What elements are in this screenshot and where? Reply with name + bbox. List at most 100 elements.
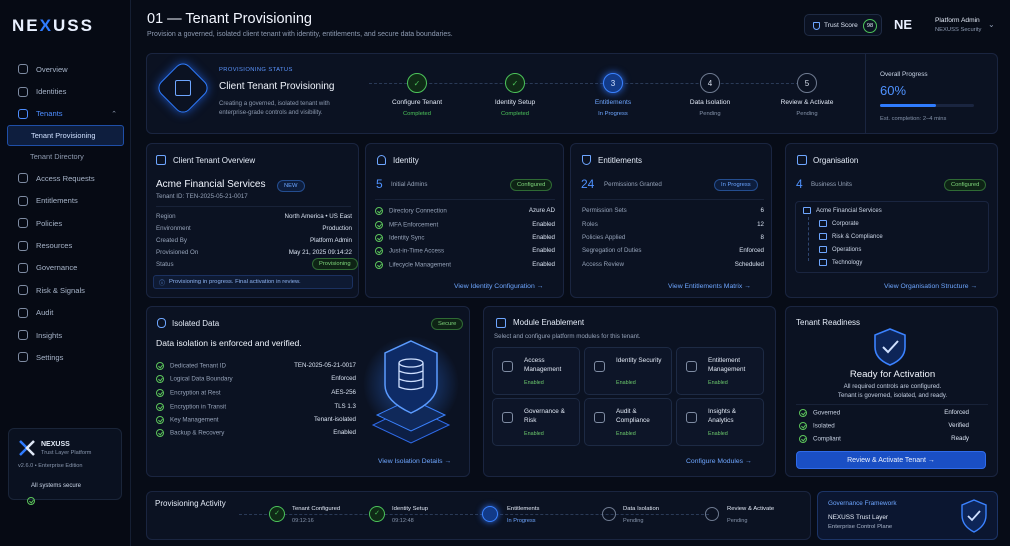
view-entitlements-matrix-link[interactable]: View Entitlements Matrix → [668,283,751,290]
module-entitlement-management[interactable]: Entitlement Management Enabled [676,347,764,395]
new-badge: NEW [277,180,305,192]
module-governance-risk[interactable]: Governance & Risk Enabled [492,398,580,446]
configure-modules-link[interactable]: Configure Modules → [686,458,752,465]
user-org: NEXUSS Security [935,27,982,33]
module-audit-compliance[interactable]: Audit & Compliance Enabled [584,398,672,446]
check-icon [375,247,383,255]
row-value: Enabled [532,261,555,268]
overall-progress-label: Overall Progress [880,71,928,78]
analytics-icon [686,412,697,423]
divider [796,404,988,405]
sidebar-subitem-tenant-directory[interactable]: Tenant Directory [0,146,131,167]
unit-icon [819,246,827,253]
platform-name: NEXUSS [41,441,70,448]
provisioning-activity-card: Provisioning Activity ✓ Tenant Configure… [146,491,811,540]
row-value: Enabled [532,234,555,241]
sidebar-item-label: Identities [36,87,67,97]
user-avatar[interactable]: NE [894,17,912,32]
platform-subtitle: Trust Layer Platform [41,450,92,456]
step-data-isolation[interactable]: 4 Data Isolation Pending [668,73,752,117]
provisioning-status-card: PROVISIONING STATUS Client Tenant Provis… [146,53,998,134]
step-status: Completed [500,111,530,117]
unit-icon [819,220,827,227]
database-icon [157,318,166,328]
in-progress-badge: In Progress [714,179,758,191]
row-label: Segregation of Duties [582,247,642,254]
sidebar-subitem-label: Tenant Provisioning [31,131,96,141]
module-identity-security[interactable]: Identity Security Enabled [584,347,672,395]
step-configure-tenant[interactable]: ✓ Configure Tenant Completed [375,73,459,117]
sidebar-item-policies[interactable]: Policies [0,212,131,234]
risk-signals-icon [18,285,28,296]
framework-line1: NEXUSS Trust Layer [828,514,889,521]
provisioning-notice: ⓘ Provisioning in progress. Final activa… [153,275,353,289]
module-name: Identity Security [616,357,662,364]
step-entitlements[interactable]: 3 Entitlements In Progress [571,73,655,117]
trust-score-badge[interactable]: Trust Score 98 [804,14,882,36]
step-title: Configure Tenant [391,99,443,106]
view-identity-configuration-link[interactable]: View Identity Configuration → [454,283,543,290]
module-access-management[interactable]: Access Management Enabled [492,347,580,395]
identity-card: Identity 5 Initial Admins Configured Dir… [365,143,564,298]
row-label: Isolated [813,422,835,430]
sidebar-item-governance[interactable]: Governance [0,257,131,279]
sidebar-subitem-tenant-provisioning[interactable]: Tenant Provisioning [7,125,124,147]
divider [580,199,764,200]
step-identity-setup[interactable]: ✓ Identity Setup Completed [473,73,557,117]
card-title: Organisation [813,156,859,165]
building-icon [803,207,811,214]
org-unit[interactable]: Operations [819,246,861,253]
sidebar-item-label: Access Requests [36,173,95,183]
review-activate-tenant-button[interactable]: Review & Activate Tenant → [796,451,986,469]
sidebar-nav: Overview Identities Tenants ⌃ Tenant Prov… [0,58,131,369]
check-icon [156,389,164,397]
sidebar-item-tenants[interactable]: Tenants ⌃ [0,103,131,125]
sidebar-item-overview[interactable]: Overview [0,58,131,80]
sidebar-item-access-requests[interactable]: Access Requests [0,167,131,189]
row-label: Policies Applied [582,234,626,241]
sidebar-item-label: Insights [36,330,63,340]
sidebar-item-identities[interactable]: Identities [0,80,131,102]
check-icon [375,261,383,269]
module-insights-analytics[interactable]: Insights & Analytics Enabled [676,398,764,446]
row-label: Directory Connection [389,207,447,215]
shield-check-icon [961,499,987,533]
org-unit[interactable]: Technology [819,259,862,266]
sidebar-item-label: Entitlements [36,196,78,206]
check-icon [799,435,807,443]
module-name: Entitlement Management [708,357,746,373]
activity-title: Identity Setup [392,506,429,512]
chevron-down-icon[interactable]: ⌄ [988,20,995,29]
step-review-activate[interactable]: 5 Review & Activate Pending [765,73,849,117]
shield-icon [813,22,820,30]
view-isolation-details-link[interactable]: View Isolation Details → [378,458,451,465]
system-status: All systems secure [31,483,82,489]
sidebar-item-entitlements[interactable]: Entitlements [0,190,131,212]
activity-title: Entitlements [507,506,540,512]
provisioning-description: Creating a governed, isolated tenant wit… [219,100,330,116]
step-title: Entitlements [594,99,632,106]
user-name[interactable]: Platform Admin [935,17,980,24]
check-icon [375,207,383,215]
org-root[interactable]: Acme Financial Services [803,207,882,214]
sidebar-item-settings[interactable]: Settings [0,346,131,368]
admin-count-label: Initial Admins [391,181,428,188]
sidebar-item-risk-signals[interactable]: Risk & Signals [0,279,131,301]
overview-icon [18,64,28,75]
view-organisation-structure-link[interactable]: View Organisation Structure → [884,283,977,290]
step-number: 4 [700,73,720,93]
sidebar-item-insights[interactable]: Insights [0,324,131,346]
main-content: 01 — Tenant Provisioning Provision a gov… [131,0,1010,546]
sidebar-item-audit[interactable]: Audit [0,302,131,324]
org-unit[interactable]: Risk & Compliance [819,233,883,240]
check-icon: ✓ [269,506,285,522]
row-value: North America • US East [284,213,353,220]
tenants-icon [18,108,28,119]
trust-score-label: Trust Score [824,22,858,29]
module-name: Access Management [524,357,562,373]
step-status: Completed [402,111,432,117]
org-unit[interactable]: Corporate [819,220,859,227]
nexuss-logo[interactable]: NEXUSS [12,16,94,36]
sidebar-item-resources[interactable]: Resources [0,234,131,256]
card-title: Client Tenant Overview [173,156,256,165]
